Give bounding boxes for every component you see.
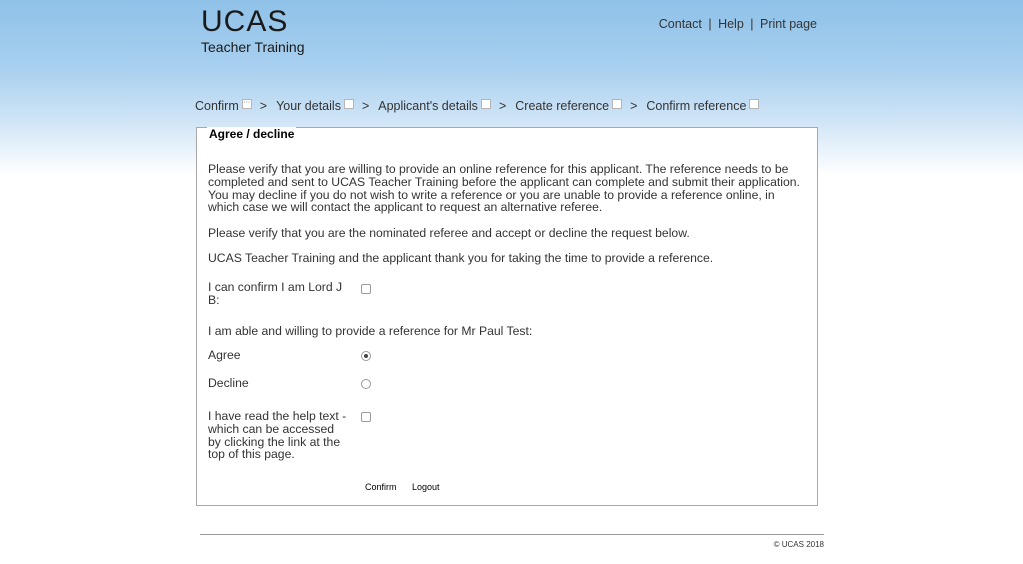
ucas-logo: UCAS Teacher Training bbox=[201, 5, 305, 56]
help-link[interactable]: Help bbox=[718, 17, 744, 31]
breadcrumb-your-details: Your details bbox=[276, 99, 341, 113]
willing-label: I am able and willing to provide a refer… bbox=[208, 324, 533, 338]
confirm-identity-checkbox[interactable] bbox=[361, 284, 371, 294]
in-progress-icon: ··· bbox=[241, 99, 252, 109]
agree-label: Agree bbox=[208, 348, 241, 362]
breadcrumb-separator: > bbox=[361, 99, 370, 113]
breadcrumb-confirm-reference: Confirm reference bbox=[646, 99, 747, 113]
thanks-text: UCAS Teacher Training and the applicant … bbox=[208, 251, 714, 265]
logout-button[interactable]: Logout bbox=[412, 482, 440, 492]
logo-brand: UCAS bbox=[201, 5, 289, 38]
print-page-link[interactable]: Print page bbox=[760, 17, 817, 31]
step-status-icon bbox=[480, 99, 491, 109]
header-separator: | bbox=[750, 17, 754, 31]
header-divider bbox=[200, 75, 824, 76]
help-read-checkbox[interactable] bbox=[361, 412, 371, 422]
breadcrumb: Confirm ··· > Your details > Applicant's… bbox=[195, 99, 760, 113]
contact-link[interactable]: Contact bbox=[659, 17, 702, 31]
logo-subtitle: Teacher Training bbox=[201, 39, 305, 55]
breadcrumb-create-reference: Create reference bbox=[515, 99, 610, 113]
header-links: Contact | Help | Print page bbox=[659, 17, 817, 31]
decline-label: Decline bbox=[208, 376, 249, 390]
agree-radio[interactable] bbox=[361, 351, 371, 361]
breadcrumb-separator: > bbox=[498, 99, 507, 113]
breadcrumb-separator: > bbox=[259, 99, 268, 113]
breadcrumb-applicants-details: Applicant's details bbox=[378, 99, 478, 113]
decline-radio[interactable] bbox=[361, 379, 371, 389]
step-status-icon bbox=[612, 99, 623, 109]
header-separator: | bbox=[708, 17, 712, 31]
intro-text: Please verify that you are willing to pr… bbox=[208, 162, 800, 215]
breadcrumb-separator: > bbox=[630, 99, 638, 113]
step-status-icon bbox=[343, 99, 354, 109]
help-read-label: I have read the help text - which can be… bbox=[208, 409, 347, 462]
panel-legend: Agree / decline bbox=[207, 127, 297, 141]
step-status-icon bbox=[749, 99, 760, 109]
confirm-identity-label: I can confirm I am Lord J B: bbox=[208, 280, 343, 307]
verify-text: Please verify that you are the nominated… bbox=[208, 226, 690, 240]
copyright-text: © UCAS 2018 bbox=[773, 540, 824, 549]
confirm-button[interactable]: Confirm bbox=[365, 482, 397, 492]
breadcrumb-confirm: Confirm bbox=[195, 99, 239, 113]
footer-divider bbox=[200, 534, 824, 535]
